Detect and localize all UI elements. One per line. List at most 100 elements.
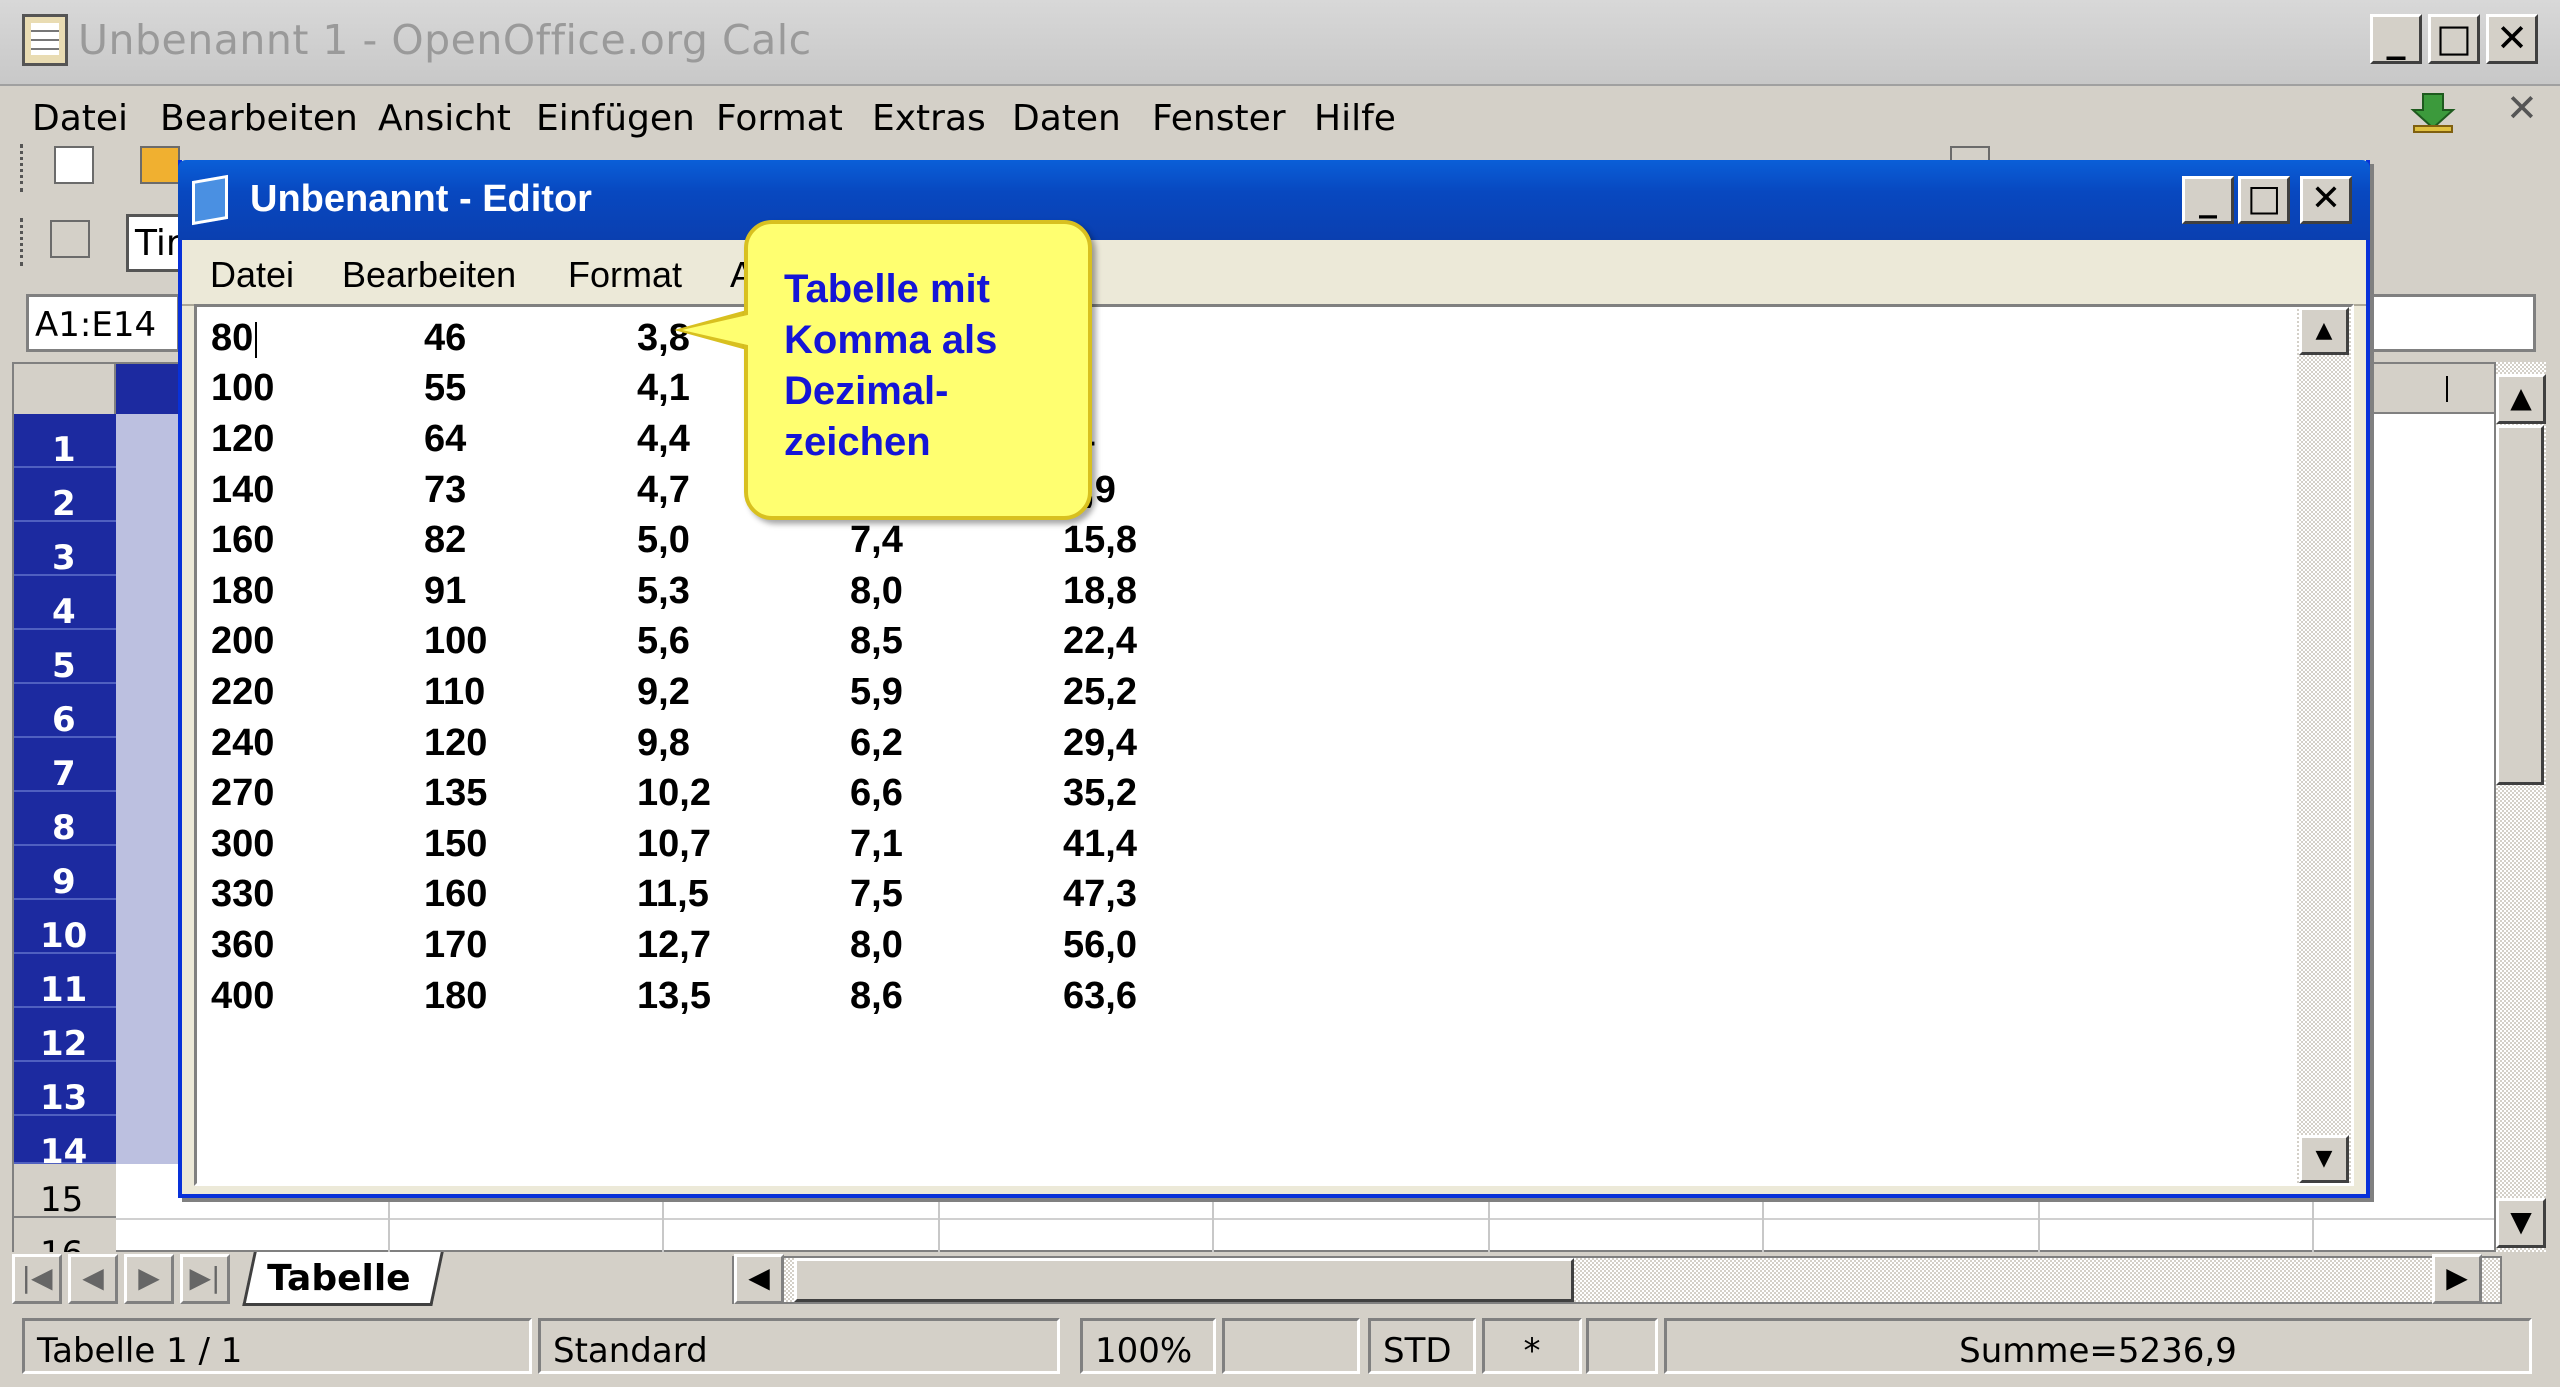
editor-maximize-button[interactable]: □ [2238, 176, 2290, 224]
menu-fenster[interactable]: Fenster [1152, 98, 1286, 139]
toolbar-grip[interactable] [20, 218, 28, 266]
last-sheet-button[interactable]: ▶| [180, 1254, 230, 1304]
editor-value: 6,6 [850, 772, 903, 815]
editor-value: 11,5 [637, 873, 709, 916]
editor-close-button[interactable]: ✕ [2300, 176, 2352, 224]
vertical-scroll-thumb[interactable] [2496, 425, 2544, 785]
select-all-corner[interactable] [14, 364, 116, 414]
editor-value: 25,2 [1063, 670, 1137, 713]
status-signature[interactable] [1586, 1318, 1658, 1374]
editor-value: 8,0 [850, 569, 903, 612]
row-header[interactable]: 9 [14, 846, 116, 902]
status-sum[interactable]: Summe=5236,9 [1664, 1318, 2532, 1374]
input-line[interactable] [2370, 294, 2536, 352]
name-box[interactable]: A1:E14 [26, 294, 180, 352]
sheet-tab-bar: |◀ ◀ ▶ ▶| Tabelle ◀ ▶ [12, 1252, 2552, 1308]
status-modified: * [1482, 1318, 1582, 1374]
row-header[interactable]: 13 [14, 1062, 116, 1118]
editor-value: 22,4 [1063, 620, 1137, 663]
next-sheet-button[interactable]: ▶ [124, 1254, 174, 1304]
editor-value: 35,2 [1063, 772, 1137, 815]
horizontal-scroll-thumb[interactable] [794, 1258, 1574, 1302]
status-selection-mode[interactable]: STD [1368, 1318, 1476, 1374]
close-document-icon[interactable]: ✕ [2506, 86, 2538, 130]
menu-format[interactable]: Format [716, 98, 843, 139]
scroll-right-button[interactable]: ▶ [2432, 1254, 2482, 1304]
editor-scroll-down-button[interactable]: ▼ [2299, 1135, 2349, 1183]
editor-text-line: 160 82 5,0 7,4 15,8 [211, 515, 1276, 566]
styles-icon[interactable] [50, 220, 90, 258]
open-folder-icon[interactable] [140, 146, 180, 184]
menu-hilfe[interactable]: Hilfe [1314, 98, 1396, 139]
editor-text-area[interactable]: 80463,80100554,11120644,4,4140734,72,916… [194, 304, 2354, 1186]
editor-value: 180 [424, 974, 488, 1017]
sheet-tab-tabelle[interactable]: Tabelle [242, 1252, 444, 1306]
maximize-button[interactable]: □ [2428, 14, 2480, 64]
toolbar-grip[interactable] [20, 144, 28, 192]
row-header[interactable]: 4 [14, 576, 116, 632]
horizontal-scrollbar[interactable] [732, 1256, 2502, 1304]
menu-ansicht[interactable]: Ansicht [378, 98, 511, 139]
editor-value: 180 [211, 569, 275, 612]
row-header[interactable]: 1 [14, 414, 116, 470]
editor-value: 2,9 [1063, 465, 1276, 516]
first-sheet-button[interactable]: |◀ [12, 1254, 62, 1304]
editor-text-line: 180 91 5,3 8,0 18,8 [211, 566, 1276, 617]
scroll-up-button[interactable]: ▲ [2496, 374, 2546, 424]
row-header[interactable]: 15 [14, 1164, 116, 1220]
status-page-style[interactable]: Standard [538, 1318, 1060, 1374]
scroll-left-button[interactable]: ◀ [734, 1254, 784, 1304]
row-header[interactable]: 5 [14, 630, 116, 686]
editor-value: 55 [424, 367, 467, 410]
close-button[interactable]: ✕ [2486, 14, 2538, 64]
editor-value: 110 [424, 670, 486, 713]
editor-text-line: 220 110 9,2 5,9 25,2 [211, 667, 1276, 718]
row-header[interactable]: 8 [14, 792, 116, 848]
editor-value: 135 [424, 772, 488, 815]
editor-value: 7,5 [850, 873, 903, 916]
editor-menu-format[interactable]: Format [568, 254, 682, 296]
editor-value: 82 [424, 519, 467, 562]
editor-value: 5,0 [637, 519, 690, 562]
row-header[interactable]: 2 [14, 468, 116, 524]
editor-value: 120 [424, 721, 488, 764]
editor-value: 7,4 [850, 519, 903, 562]
row-header[interactable]: 16 [14, 1218, 116, 1254]
editor-menu-datei[interactable]: Datei [210, 254, 294, 296]
editor-title-bar: Unbenannt - Editor _ □ ✕ [178, 160, 2370, 240]
editor-value: 46 [424, 316, 467, 359]
previous-sheet-button[interactable]: ◀ [68, 1254, 118, 1304]
menu-extras[interactable]: Extras [872, 98, 986, 139]
row-header[interactable]: 7 [14, 738, 116, 794]
row-header[interactable]: 10 [14, 900, 116, 956]
editor-menu-bearbeiten[interactable]: Bearbeiten [342, 254, 516, 296]
editor-value: 10,7 [637, 822, 711, 865]
editor-value: 160 [424, 873, 488, 916]
row-header[interactable]: 3 [14, 522, 116, 578]
menu-daten[interactable]: Daten [1012, 98, 1121, 139]
menu-bearbeiten[interactable]: Bearbeiten [160, 98, 358, 139]
new-document-icon[interactable] [54, 146, 94, 184]
editor-value: 12,7 [637, 923, 711, 966]
editor-window-title: Unbenannt - Editor [250, 178, 592, 220]
editor-value: 15,8 [1063, 519, 1137, 562]
editor-value: 8,6 [850, 974, 903, 1017]
editor-vertical-scrollbar[interactable]: ▲ ▼ [2297, 307, 2351, 1183]
row-header[interactable]: 14 [14, 1116, 116, 1172]
editor-value: 170 [424, 923, 488, 966]
row-header[interactable]: 6 [14, 684, 116, 740]
row-header[interactable]: 11 [14, 954, 116, 1010]
status-zoom[interactable]: 100% [1080, 1318, 1216, 1374]
menu-einfuegen[interactable]: Einfügen [536, 98, 695, 139]
editor-value: 300 [211, 822, 275, 865]
editor-minimize-button[interactable]: _ [2182, 176, 2234, 224]
download-update-icon[interactable] [2408, 86, 2458, 136]
column-resize-marker [2446, 376, 2448, 402]
editor-value: 360 [211, 923, 275, 966]
scroll-down-button[interactable]: ▼ [2496, 1198, 2546, 1248]
menu-datei[interactable]: Datei [32, 98, 128, 139]
editor-scroll-up-button[interactable]: ▲ [2299, 307, 2349, 355]
editor-value: 100 [211, 367, 275, 410]
row-header[interactable]: 12 [14, 1008, 116, 1064]
minimize-button[interactable]: _ [2370, 14, 2422, 64]
